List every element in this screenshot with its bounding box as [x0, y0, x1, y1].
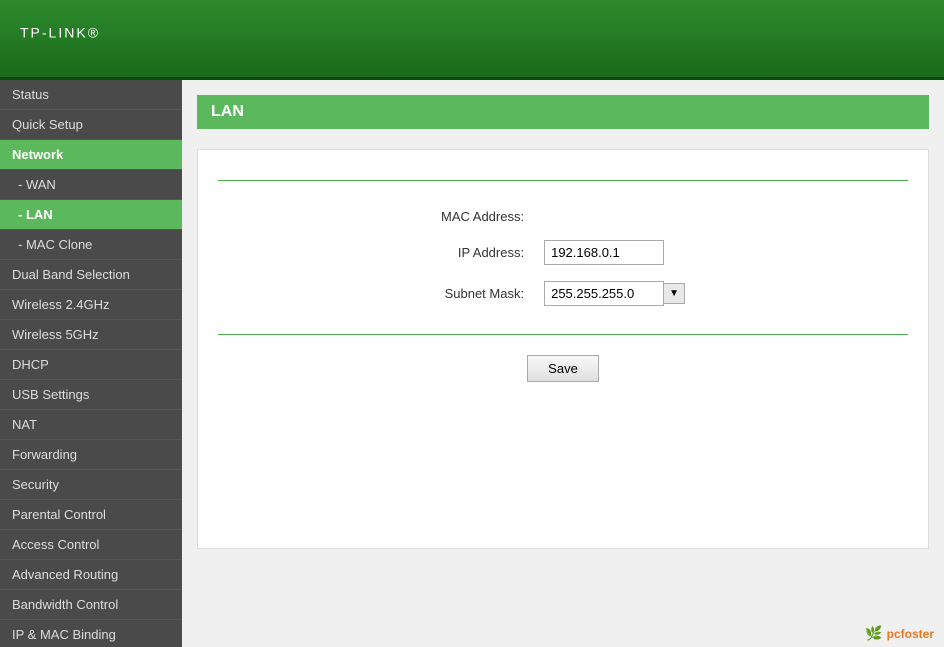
- sidebar-item-network[interactable]: Network: [0, 140, 182, 170]
- mac-address-label: MAC Address:: [431, 201, 534, 232]
- main-content: LAN MAC Address: IP Address: Subnet Mask…: [182, 80, 944, 647]
- sidebar-item-access-control[interactable]: Access Control: [0, 530, 182, 560]
- sidebar-item-parental-control[interactable]: Parental Control: [0, 500, 182, 530]
- ip-address-cell: [534, 232, 695, 273]
- sidebar-item-dual-band[interactable]: Dual Band Selection: [0, 260, 182, 290]
- pcfoster-text: pcfoster: [887, 627, 934, 641]
- sidebar-item-dhcp[interactable]: DHCP: [0, 350, 182, 380]
- ip-address-row: IP Address:: [431, 232, 695, 273]
- sidebar-item-wireless-24[interactable]: Wireless 2.4GHz: [0, 290, 182, 320]
- sidebar-item-bandwidth-control[interactable]: Bandwidth Control: [0, 590, 182, 620]
- sidebar-item-mac-clone[interactable]: - MAC Clone: [0, 230, 182, 260]
- bottom-divider: [218, 334, 908, 335]
- subnet-mask-select: ▼: [544, 281, 685, 306]
- subnet-mask-label: Subnet Mask:: [431, 273, 534, 314]
- top-divider: [218, 180, 908, 181]
- sidebar-item-lan[interactable]: - LAN: [0, 200, 182, 230]
- subnet-mask-row: Subnet Mask: ▼: [431, 273, 695, 314]
- lan-form-table: MAC Address: IP Address: Subnet Mask: ▼: [431, 201, 695, 314]
- page-title: LAN: [197, 95, 929, 129]
- sidebar-item-quick-setup[interactable]: Quick Setup: [0, 110, 182, 140]
- ip-address-input[interactable]: [544, 240, 664, 265]
- subnet-mask-input[interactable]: [544, 281, 664, 306]
- ip-address-label: IP Address:: [431, 232, 534, 273]
- pcfoster-leaf-icon: 🌿: [865, 625, 882, 642]
- sidebar-item-status[interactable]: Status: [0, 80, 182, 110]
- content-area: MAC Address: IP Address: Subnet Mask: ▼: [197, 149, 929, 549]
- sidebar-item-wireless-5[interactable]: Wireless 5GHz: [0, 320, 182, 350]
- sidebar-item-advanced-routing[interactable]: Advanced Routing: [0, 560, 182, 590]
- sidebar-item-usb-settings[interactable]: USB Settings: [0, 380, 182, 410]
- sidebar-item-forwarding[interactable]: Forwarding: [0, 440, 182, 470]
- mac-address-row: MAC Address:: [431, 201, 695, 232]
- subnet-dropdown-arrow[interactable]: ▼: [664, 283, 685, 304]
- sidebar: Status Quick Setup Network - WAN - LAN -…: [0, 80, 182, 647]
- main-layout: Status Quick Setup Network - WAN - LAN -…: [0, 80, 944, 647]
- sidebar-item-nat[interactable]: NAT: [0, 410, 182, 440]
- sidebar-item-wan[interactable]: - WAN: [0, 170, 182, 200]
- header: TP-LINK®: [0, 0, 944, 80]
- tp-link-logo: TP-LINK®: [20, 20, 100, 57]
- subnet-mask-cell: ▼: [534, 273, 695, 314]
- save-button[interactable]: Save: [527, 355, 599, 382]
- save-row: Save: [218, 345, 908, 382]
- mac-address-value: [534, 201, 695, 232]
- sidebar-item-security[interactable]: Security: [0, 470, 182, 500]
- footer-watermark: 🌿 pcfoster: [865, 625, 934, 642]
- sidebar-item-ip-mac-binding[interactable]: IP & MAC Binding: [0, 620, 182, 647]
